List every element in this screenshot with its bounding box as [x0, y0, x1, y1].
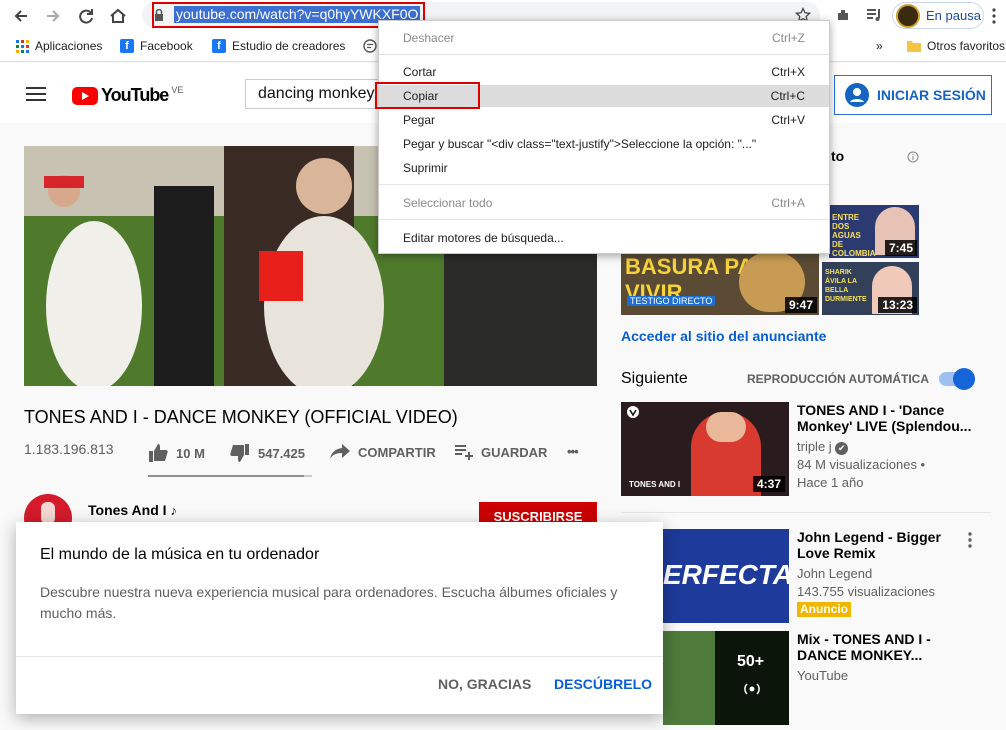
- promo-divider: [16, 656, 663, 657]
- bookmark-studio[interactable]: f Estudio de creadores: [212, 39, 345, 53]
- ad-badge: Anuncio: [797, 602, 851, 617]
- autoplay-label: REPRODUCCIÓN AUTOMÁTICA: [747, 372, 929, 386]
- home-icon[interactable]: [107, 5, 129, 27]
- reload-icon[interactable]: [75, 5, 97, 27]
- menu-separator: [379, 219, 829, 220]
- save-button[interactable]: GUARDAR: [455, 444, 547, 460]
- forward-icon[interactable]: [42, 5, 64, 27]
- info-icon[interactable]: [907, 151, 919, 163]
- playlist-count: 50+: [737, 653, 765, 670]
- copy-highlight-box: [375, 82, 480, 109]
- bookmark-reader[interactable]: [363, 39, 377, 53]
- menu-dots-icon[interactable]: [992, 8, 996, 24]
- ad-heading: to: [831, 148, 845, 164]
- account-icon: [845, 83, 869, 107]
- bookmark-other[interactable]: Otros favoritos: [907, 39, 1005, 53]
- share-button[interactable]: COMPARTIR: [330, 444, 436, 460]
- view-count: 1.183.196.813: [24, 441, 114, 457]
- video-title[interactable]: TONES AND I - 'Dance Monkey' LIVE (Splend…: [797, 402, 971, 434]
- divider: [621, 512, 991, 513]
- menu-separator: [379, 54, 829, 55]
- video-thumbnail[interactable]: ERFECTA: [663, 529, 789, 623]
- discover-button[interactable]: DESCÚBRELO: [554, 676, 652, 692]
- video-title: TONES AND I - DANCE MONKEY (OFFICIAL VID…: [24, 407, 458, 427]
- folder-icon: [907, 40, 921, 52]
- share-arrow-icon: [330, 444, 350, 460]
- more-actions-button[interactable]: •••: [567, 444, 579, 459]
- duration-badge: 7:45: [884, 240, 917, 256]
- thumbs-up-icon: [148, 444, 168, 462]
- media-control-icon[interactable]: [865, 6, 883, 24]
- menu-item-select-all[interactable]: Seleccionar todo Ctrl+A: [379, 192, 829, 214]
- menu-separator: [379, 184, 829, 185]
- avatar: [896, 4, 920, 28]
- next-heading: Siguiente: [621, 370, 688, 387]
- promo-body: Descubre nuestra nueva experiencia music…: [40, 584, 618, 621]
- profile-status: En pausa: [926, 8, 981, 23]
- video-title[interactable]: Mix - TONES AND I - DANCE MONKEY...: [797, 631, 931, 663]
- bookmark-label: Aplicaciones: [35, 39, 103, 53]
- playlist-add-icon: [455, 444, 473, 460]
- ad-thumbnail[interactable]: ENTRE DOS AGUAS DE COLOMBIA 7:45: [829, 205, 919, 258]
- video-thumbnail[interactable]: TONES AND I 4:37: [621, 402, 789, 496]
- back-icon[interactable]: [10, 5, 32, 27]
- bookmark-facebook[interactable]: f Facebook: [120, 39, 193, 53]
- apps-grid-icon: [16, 39, 29, 53]
- broadcast-icon: [741, 681, 763, 697]
- context-menu: Deshacer Ctrl+Z Cortar Ctrl+X Copiar Ctrl+C…: [378, 20, 830, 254]
- subscribe-button[interactable]: SUSCRIBIRSE: [479, 502, 597, 522]
- bookmark-label: Estudio de creadores: [232, 39, 346, 53]
- menu-item-paste-search[interactable]: Pegar y buscar "<div class="text-justify…: [379, 133, 829, 155]
- more-bookmarks-button[interactable]: »: [876, 39, 883, 53]
- duration-badge: 4:37: [752, 476, 785, 492]
- menu-item-cut[interactable]: Cortar Ctrl+X: [379, 61, 829, 83]
- channel-name: YouTube: [797, 668, 849, 683]
- channel-logo-icon: [626, 405, 640, 419]
- signin-button[interactable]: INICIAR SESIÓN: [834, 75, 992, 115]
- dislike-button[interactable]: 547.425: [230, 444, 305, 462]
- video-thumbnail[interactable]: 50+: [663, 631, 789, 725]
- bookmark-apps[interactable]: Aplicaciones: [16, 39, 102, 53]
- promo-title: El mundo de la música en tu ordenador: [40, 546, 320, 563]
- duration-badge: 9:47: [784, 297, 817, 313]
- hamburger-menu-icon[interactable]: [26, 86, 46, 102]
- ad-thumbnail[interactable]: SHARIK ÁVILA LA BELLA DURMIENTE 13:23: [822, 262, 919, 315]
- bookmark-label: Otros favoritos: [927, 39, 1006, 53]
- view-count: 84 M visualizaciones •: [797, 457, 926, 472]
- menu-item-delete[interactable]: Suprimir: [379, 157, 829, 179]
- thumbs-down-icon: [230, 444, 250, 462]
- facebook-icon: f: [212, 39, 226, 53]
- view-count: 143.755 visualizaciones: [797, 584, 936, 599]
- bookmark-label: Facebook: [140, 39, 193, 53]
- ad-thumbnail[interactable]: BASURA PARA VIVIR TESTIGO DIRECTO 9:47: [621, 252, 819, 315]
- reader-icon: [363, 39, 377, 53]
- video-title[interactable]: John Legend - Bigger Love Remix: [797, 529, 941, 561]
- channel-name: John Legend: [797, 566, 873, 581]
- dismiss-button[interactable]: NO, GRACIAS: [438, 676, 531, 692]
- upload-age: Hace 1 año: [797, 475, 864, 490]
- search-value: dancing monkey: [258, 85, 375, 102]
- menu-item-undo[interactable]: Deshacer Ctrl+Z: [379, 27, 829, 49]
- verified-icon: ✔: [835, 442, 849, 455]
- advertiser-link[interactable]: Acceder al sitio del anunciante: [621, 328, 826, 344]
- youtube-logo[interactable]: YouTube VE: [72, 85, 183, 106]
- channel-name[interactable]: Tones And I ♪: [88, 502, 177, 518]
- music-note-icon: ♪: [170, 503, 177, 518]
- facebook-icon: f: [120, 39, 134, 53]
- menu-item-edit-search-engines[interactable]: Editar motores de búsqueda...: [379, 227, 829, 249]
- like-button[interactable]: 10 M: [148, 444, 205, 462]
- autoplay-toggle-knob: [953, 368, 975, 390]
- extensions-icon[interactable]: [835, 7, 851, 23]
- more-options-icon[interactable]: [968, 532, 972, 548]
- duration-badge: 13:23: [878, 297, 917, 313]
- youtube-play-icon: [72, 86, 98, 105]
- channel-name: triple j ✔: [797, 438, 849, 456]
- sentiment-bar-fill: [148, 475, 304, 477]
- menu-item-paste[interactable]: Pegar Ctrl+V: [379, 109, 829, 131]
